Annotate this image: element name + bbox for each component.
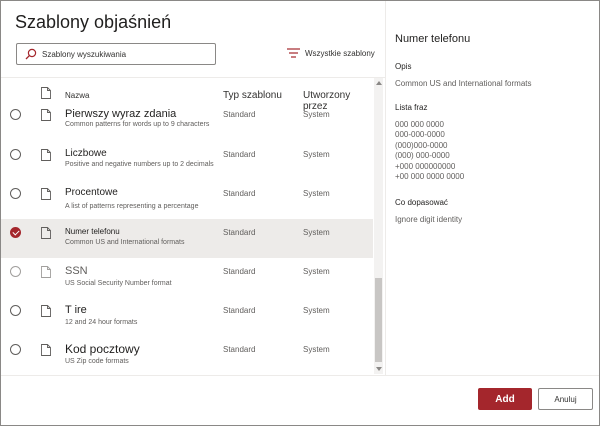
row-name: Numer telefonu <box>65 227 120 236</box>
phrase-item: 000 000 0000 <box>395 120 444 129</box>
row-type: Standard <box>223 228 256 237</box>
column-header-name[interactable]: Nazwa <box>65 91 89 100</box>
row-radio[interactable] <box>10 149 21 160</box>
row-description: Common patterns for words up to 9 charac… <box>65 121 210 128</box>
document-icon <box>41 343 51 361</box>
list-item[interactable]: SSN US Social Security Number format Sta… <box>1 258 373 297</box>
document-icon <box>41 187 51 205</box>
row-description: US Social Security Number format <box>65 280 172 287</box>
row-radio-checked[interactable] <box>10 227 21 238</box>
phrase-item: (000)000-0000 <box>395 140 448 150</box>
phrase-item: 000-000-0000 <box>395 130 445 140</box>
panel-divider <box>385 1 386 375</box>
row-description: Common US and International formats <box>65 239 185 246</box>
phrase-list-label: Lista fraz <box>395 103 428 112</box>
row-name: Kod pocztowy <box>65 342 140 356</box>
filter-icon <box>287 48 301 58</box>
column-header-type[interactable]: Typ szablonu <box>223 90 282 101</box>
list-item[interactable]: Pierwszy wyraz zdania Common patterns fo… <box>1 108 373 140</box>
row-created-by: System <box>303 306 330 315</box>
phrase-list: 000 000 0000 000-000-0000 (000)000-0000 … <box>395 120 464 182</box>
row-name: T ire <box>65 304 87 316</box>
search-box[interactable] <box>16 43 216 65</box>
document-icon <box>41 148 51 166</box>
row-radio[interactable] <box>10 188 21 199</box>
template-list: Pierwszy wyraz zdania Common patterns fo… <box>1 108 373 373</box>
scroll-up-arrow-icon[interactable] <box>375 81 382 85</box>
row-created-by: System <box>303 189 330 198</box>
row-created-by: System <box>303 228 330 237</box>
list-header: Nazwa Typ szablonu Utworzony przez <box>1 78 373 112</box>
list-item[interactable]: Procentowe A list of patterns representi… <box>1 180 373 219</box>
row-name: Procentowe <box>65 187 118 198</box>
row-description: 12 and 24 hour formats <box>65 319 138 326</box>
match-label: Co dopasować <box>395 198 448 207</box>
row-description: US Zip code formats <box>65 358 129 365</box>
dialog-title: Szablony objaśnień <box>15 12 172 32</box>
filter-dropdown[interactable]: Wszystkie szablony <box>287 48 375 58</box>
row-type: Standard <box>223 306 256 315</box>
document-icon <box>41 226 51 244</box>
row-created-by: System <box>303 150 330 159</box>
description-label: Opis <box>395 62 412 71</box>
details-title: Numer telefonu <box>395 33 471 45</box>
search-input[interactable] <box>40 49 212 59</box>
row-name: Liczbowe <box>65 148 107 159</box>
row-type: Standard <box>223 267 256 276</box>
row-description: Positive and negative numbers up to 2 de… <box>65 161 214 168</box>
list-item-selected[interactable]: Numer telefonu Common US and Internation… <box>1 219 373 258</box>
row-created-by: System <box>303 110 330 119</box>
description-value: Common US and International formats <box>395 79 532 88</box>
document-icon <box>41 87 51 101</box>
scroll-down-arrow-icon[interactable] <box>375 367 382 371</box>
row-name: Pierwszy wyraz zdania <box>65 108 177 120</box>
list-scrollbar[interactable] <box>374 78 383 374</box>
match-value: Ignore digit identity <box>395 215 463 224</box>
phrase-item: +000 000000000 <box>395 161 456 171</box>
row-radio[interactable] <box>10 344 21 355</box>
search-icon <box>22 45 40 63</box>
document-icon <box>41 108 51 126</box>
filter-label: Wszystkie szablony <box>305 48 375 58</box>
row-type: Standard <box>223 189 256 198</box>
document-icon <box>41 265 51 283</box>
list-item[interactable]: Liczbowe Positive and negative numbers u… <box>1 141 373 180</box>
row-description: A list of patterns representing a percen… <box>65 203 199 210</box>
row-created-by: System <box>303 345 330 354</box>
row-type: Standard <box>223 110 256 119</box>
row-radio[interactable] <box>10 305 21 316</box>
row-created-by: System <box>303 267 330 276</box>
row-type: Standard <box>223 345 256 354</box>
row-radio[interactable] <box>10 266 21 277</box>
row-name: SSN <box>65 265 88 277</box>
add-button[interactable]: Add <box>478 388 532 410</box>
phrase-item: +00 000 0000 0000 <box>395 172 465 182</box>
list-item[interactable]: Kod pocztowy US Zip code formats Standar… <box>1 336 373 373</box>
phrase-item: (000) 000-0000 <box>395 151 450 161</box>
row-radio[interactable] <box>10 109 21 120</box>
document-icon <box>41 304 51 322</box>
row-type: Standard <box>223 150 256 159</box>
cancel-button[interactable]: Anuluj <box>538 388 593 410</box>
footer-divider <box>1 375 599 376</box>
scrollbar-thumb[interactable] <box>375 278 382 362</box>
template-dialog: Szablony objaśnień Wszystkie szablony <box>0 0 600 426</box>
list-item[interactable]: T ire 12 and 24 hour formats Standard Sy… <box>1 297 373 336</box>
